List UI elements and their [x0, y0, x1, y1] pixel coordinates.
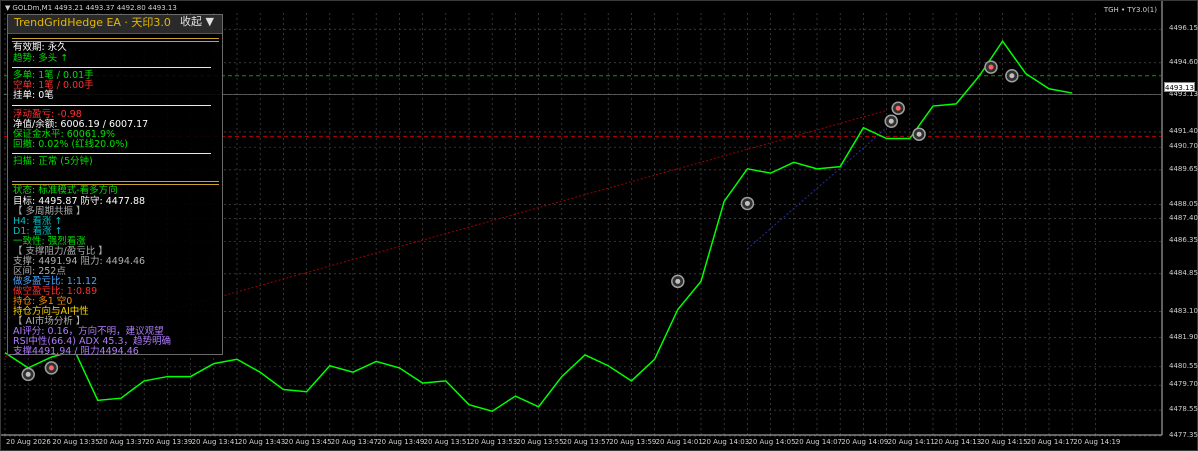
- x-tick-label: 20 Aug 13:59: [609, 438, 657, 446]
- trade-marker-dot: [1009, 73, 1015, 79]
- y-tick-label: 4480.55: [1169, 361, 1198, 370]
- x-tick-label: 20 Aug 14:19: [1073, 438, 1121, 446]
- y-tick-label: 4494.60: [1169, 57, 1198, 66]
- scan-text: 扫描: 正常 (5分钟): [13, 156, 93, 167]
- collapse-button[interactable]: 收起 ▼: [180, 16, 214, 28]
- divider: [12, 105, 211, 106]
- y-tick-label: 4490.70: [1169, 142, 1198, 151]
- trade-marker-dot: [988, 64, 994, 70]
- status-text: 状态: 标准模式-看多方向: [13, 185, 118, 196]
- x-tick-label: 20 Aug 13:47: [330, 438, 378, 446]
- trade-marker-dot: [25, 371, 31, 377]
- divider: [12, 38, 219, 39]
- trade-marker-icon[interactable]: [912, 127, 926, 141]
- x-tick-label: 20 Aug 13:35: [52, 438, 100, 446]
- y-tick-label: 4483.10: [1169, 306, 1198, 315]
- trade-marker-dot: [744, 200, 750, 206]
- trade-marker-icon[interactable]: [671, 274, 685, 289]
- symbol-info: ▼ GOLDm,M1 4493.21 4493.37 4492.80 4493.1…: [5, 4, 177, 12]
- x-tick-label: 20 Aug 14:09: [841, 438, 889, 446]
- y-tick-label: 4477.35: [1169, 431, 1198, 440]
- x-tick-label: 20 Aug 13:43: [238, 438, 286, 446]
- trend-text: 趋势: 多头 ↑: [13, 53, 69, 64]
- current-price-tag: 4493.13: [1164, 82, 1195, 92]
- y-tick-label: 4488.05: [1169, 199, 1198, 208]
- trade-connector-line-blue: [747, 127, 887, 250]
- trade-marker-dot: [895, 105, 901, 111]
- trade-marker-icon[interactable]: [891, 101, 905, 115]
- validity-text: 有效期: 永久: [13, 42, 67, 53]
- ea-info-panel[interactable]: TrendGridHedge EA · 天印3.0 收起 ▼ 有效期: 永久 趋…: [7, 14, 223, 357]
- trade-marker-dot: [675, 278, 681, 284]
- ai-sr-text: 支撑4491.94 / 阻力4494.46: [13, 346, 139, 357]
- trade-marker-dot: [888, 118, 894, 124]
- x-tick-label: 20 Aug 13:55: [516, 438, 564, 446]
- trade-marker-icon[interactable]: [884, 114, 898, 128]
- trade-marker-icon[interactable]: [1005, 69, 1019, 83]
- divider: [12, 153, 211, 154]
- panel-title: TrendGridHedge EA · 天印3.0: [14, 16, 171, 29]
- pending-orders-text: 挂单: 0笔: [13, 90, 54, 101]
- trade-marker-icon[interactable]: [984, 60, 998, 74]
- indicator-label: TGH • TY3.0(1): [1103, 6, 1157, 14]
- x-tick-label: 20 Aug 13:41: [191, 438, 239, 446]
- x-tick-label: 20 Aug 13:39: [145, 438, 193, 446]
- y-tick-label: 4486.35: [1169, 236, 1198, 245]
- y-tick-label: 4491.40: [1169, 127, 1198, 136]
- trade-marker-icon[interactable]: [740, 196, 755, 211]
- divider: [12, 181, 219, 182]
- trade-marker-icon[interactable]: [44, 361, 59, 375]
- panel-header[interactable]: TrendGridHedge EA · 天印3.0 收起 ▼: [8, 15, 222, 34]
- y-tick-label: 4484.85: [1169, 268, 1198, 277]
- x-tick-label: 20 Aug 14:01: [655, 438, 703, 446]
- y-tick-label: 4478.55: [1169, 405, 1198, 414]
- x-tick-label: 20 Aug 13:37: [98, 438, 146, 446]
- x-tick-label: 20 Aug 14:11: [887, 438, 935, 446]
- trade-marker-icon[interactable]: [21, 367, 35, 382]
- y-tick-label: 4479.70: [1169, 380, 1198, 389]
- x-tick-label: 20 Aug 13:49: [377, 438, 425, 446]
- symbol-dropdown-icon[interactable]: ▼: [5, 4, 10, 12]
- x-tick-label: 20 Aug 13:53: [470, 438, 518, 446]
- x-tick-label: 20 Aug 14:05: [748, 438, 796, 446]
- x-tick-label: 20 Aug 2026: [6, 438, 51, 446]
- divider: [12, 67, 211, 68]
- x-tick-label: 20 Aug 13:45: [284, 438, 332, 446]
- y-tick-label: 4487.40: [1169, 213, 1198, 222]
- y-tick-label: 4481.90: [1169, 332, 1198, 341]
- x-tick-label: 20 Aug 14:15: [980, 438, 1028, 446]
- x-tick-label: 20 Aug 13:57: [562, 438, 610, 446]
- drawdown-text: 回撤: 0.02% (红线20.0%): [13, 139, 129, 150]
- x-tick-label: 20 Aug 14:07: [794, 438, 842, 446]
- trade-marker-dot: [916, 131, 922, 137]
- y-tick-label: 4489.65: [1169, 164, 1198, 173]
- trade-marker-dot: [48, 365, 54, 371]
- x-tick-label: 20 Aug 14:03: [702, 438, 750, 446]
- x-tick-label: 20 Aug 14:17: [1026, 438, 1074, 446]
- x-tick-label: 20 Aug 13:51: [423, 438, 471, 446]
- x-tick-label: 20 Aug 14:13: [934, 438, 982, 446]
- y-tick-label: 4496.15: [1169, 24, 1198, 33]
